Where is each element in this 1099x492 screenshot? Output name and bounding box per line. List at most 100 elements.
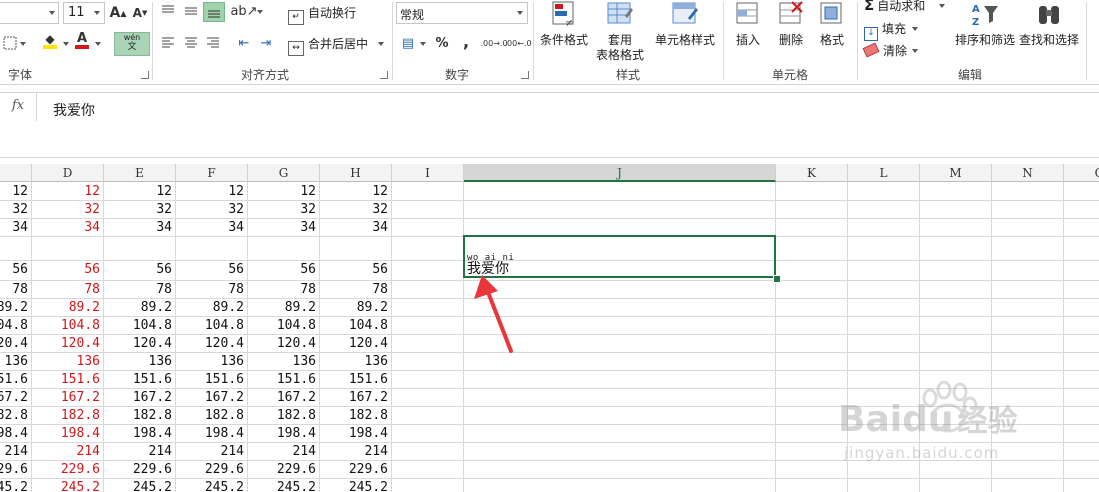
cell-value[interactable]: 182.8	[205, 408, 244, 423]
cell-value[interactable]: 104.8	[61, 318, 100, 333]
cell-value[interactable]: 89.2	[213, 300, 244, 315]
phonetic-guide-button[interactable]: wén 文	[114, 32, 150, 56]
cell-value[interactable]: 245.2	[277, 480, 316, 492]
cell-value[interactable]: 12	[372, 184, 388, 199]
cell-value[interactable]: 89.2	[0, 300, 28, 315]
cell-value[interactable]: 56	[84, 262, 100, 277]
cell-value[interactable]: 214	[5, 444, 28, 459]
cell-value[interactable]: 198.4	[349, 426, 388, 441]
cell-value[interactable]: 56	[156, 262, 172, 277]
cell-value[interactable]: 151.6	[205, 372, 244, 387]
cell-value[interactable]: 214	[77, 444, 100, 459]
cell-value[interactable]: 136	[77, 354, 100, 369]
accounting-format-icon[interactable]: ▤	[398, 34, 418, 52]
font-dialog-launcher[interactable]	[141, 71, 149, 79]
wrap-text-button[interactable]: ↵ 自动换行	[288, 4, 356, 25]
cell-value[interactable]: 136	[365, 354, 388, 369]
cell-value[interactable]: 245.2	[0, 480, 28, 492]
align-left-icon[interactable]	[158, 34, 178, 52]
format-cells-button[interactable]: 格式	[812, 0, 852, 48]
cell-value[interactable]: 198.4	[0, 426, 28, 441]
cell-value[interactable]: 229.6	[0, 462, 28, 477]
column-header-O[interactable]: O	[1064, 164, 1099, 182]
cell-value[interactable]: 136	[149, 354, 172, 369]
cell-value[interactable]: 89.2	[69, 300, 100, 315]
cell-value[interactable]: 136	[293, 354, 316, 369]
cell-value[interactable]: 136	[221, 354, 244, 369]
font-name-box[interactable]	[0, 2, 59, 24]
cell-value[interactable]: 214	[293, 444, 316, 459]
find-select-button[interactable]: 查找和选择	[1016, 0, 1082, 48]
cell-value[interactable]: 78	[228, 282, 244, 297]
cell-value[interactable]: 229.6	[133, 462, 172, 477]
cell-value[interactable]: 214	[365, 444, 388, 459]
cell-value[interactable]: 167.2	[349, 390, 388, 405]
cell-value[interactable]: 151.6	[133, 372, 172, 387]
cell-value[interactable]: 167.2	[133, 390, 172, 405]
formula-input[interactable]: 我爱你	[37, 93, 1099, 155]
cell-value[interactable]: 34	[84, 220, 100, 235]
cell-value[interactable]: 167.2	[0, 390, 28, 405]
cell-value[interactable]: 229.6	[349, 462, 388, 477]
cell-value[interactable]: 120.4	[61, 336, 100, 351]
column-header-D[interactable]: D	[32, 164, 104, 182]
conditional-format-button[interactable]: ≠ 条件格式	[536, 0, 592, 48]
cell-value[interactable]: 214	[149, 444, 172, 459]
shrink-font-button[interactable]: A ▼	[130, 4, 150, 22]
cell-value[interactable]: 229.6	[277, 462, 316, 477]
cell-value[interactable]: 198.4	[133, 426, 172, 441]
cell-value[interactable]: 56	[228, 262, 244, 277]
cell-value[interactable]: 89.2	[285, 300, 316, 315]
font-size-box[interactable]: 11	[63, 2, 105, 24]
percent-style-button[interactable]: %	[432, 34, 452, 52]
cell-value[interactable]: 182.8	[133, 408, 172, 423]
cell-value[interactable]: 12	[228, 184, 244, 199]
cell-value[interactable]: 120.4	[349, 336, 388, 351]
column-header-C[interactable]	[0, 164, 32, 182]
clear-button[interactable]: 清除	[862, 42, 907, 59]
cell-value[interactable]: 245.2	[349, 480, 388, 492]
cell-styles-button[interactable]: 单元格样式	[651, 0, 719, 48]
cell-value[interactable]: 34	[372, 220, 388, 235]
format-as-table-button[interactable]: 套用 表格格式	[592, 0, 648, 63]
cell-value[interactable]: 167.2	[61, 390, 100, 405]
column-header-G[interactable]: G	[248, 164, 320, 182]
cell-value[interactable]: 32	[156, 202, 172, 217]
cell-value[interactable]: 12	[84, 184, 100, 199]
grow-font-button[interactable]: A ▲	[108, 4, 128, 22]
cell-value[interactable]: 245.2	[61, 480, 100, 492]
fill-color-icon[interactable]: ◆	[40, 32, 60, 50]
cell-value[interactable]: 245.2	[133, 480, 172, 492]
cell-value[interactable]: 198.4	[277, 426, 316, 441]
cell-value[interactable]: 182.8	[277, 408, 316, 423]
column-header-N[interactable]: N	[992, 164, 1064, 182]
cell-value[interactable]: 34	[300, 220, 316, 235]
cell-value[interactable]: 34	[228, 220, 244, 235]
sort-filter-button[interactable]: AZ 排序和筛选	[950, 0, 1020, 48]
cell-value[interactable]: 104.8	[0, 318, 28, 333]
increase-decimal-button[interactable]: .00→.0	[480, 34, 507, 52]
align-middle-icon[interactable]	[181, 2, 201, 20]
cell-value[interactable]: 120.4	[277, 336, 316, 351]
column-header-L[interactable]: L	[848, 164, 920, 182]
cell-value[interactable]: 12	[156, 184, 172, 199]
autosum-button[interactable]: Σ 自动求和	[864, 0, 925, 14]
increase-indent-icon[interactable]: ⇥	[256, 34, 276, 52]
cell-value[interactable]: 182.8	[0, 408, 28, 423]
borders-icon[interactable]	[0, 34, 20, 52]
cell-value[interactable]: 167.2	[205, 390, 244, 405]
align-top-icon[interactable]	[158, 2, 178, 20]
cell-value[interactable]: 104.8	[349, 318, 388, 333]
cell-value[interactable]: 151.6	[349, 372, 388, 387]
cell-value[interactable]: 120.4	[205, 336, 244, 351]
insert-cells-button[interactable]: 插入	[728, 0, 768, 48]
number-format-box[interactable]: 常规	[396, 2, 528, 24]
column-header-K[interactable]: K	[776, 164, 848, 182]
cell-value[interactable]: 198.4	[205, 426, 244, 441]
fill-handle[interactable]	[773, 275, 781, 283]
cell-value[interactable]: 32	[372, 202, 388, 217]
cell-value[interactable]: 151.6	[0, 372, 28, 387]
column-header-J[interactable]: J	[464, 164, 776, 182]
column-header-I[interactable]: I	[392, 164, 464, 182]
cell-value[interactable]: 78	[300, 282, 316, 297]
